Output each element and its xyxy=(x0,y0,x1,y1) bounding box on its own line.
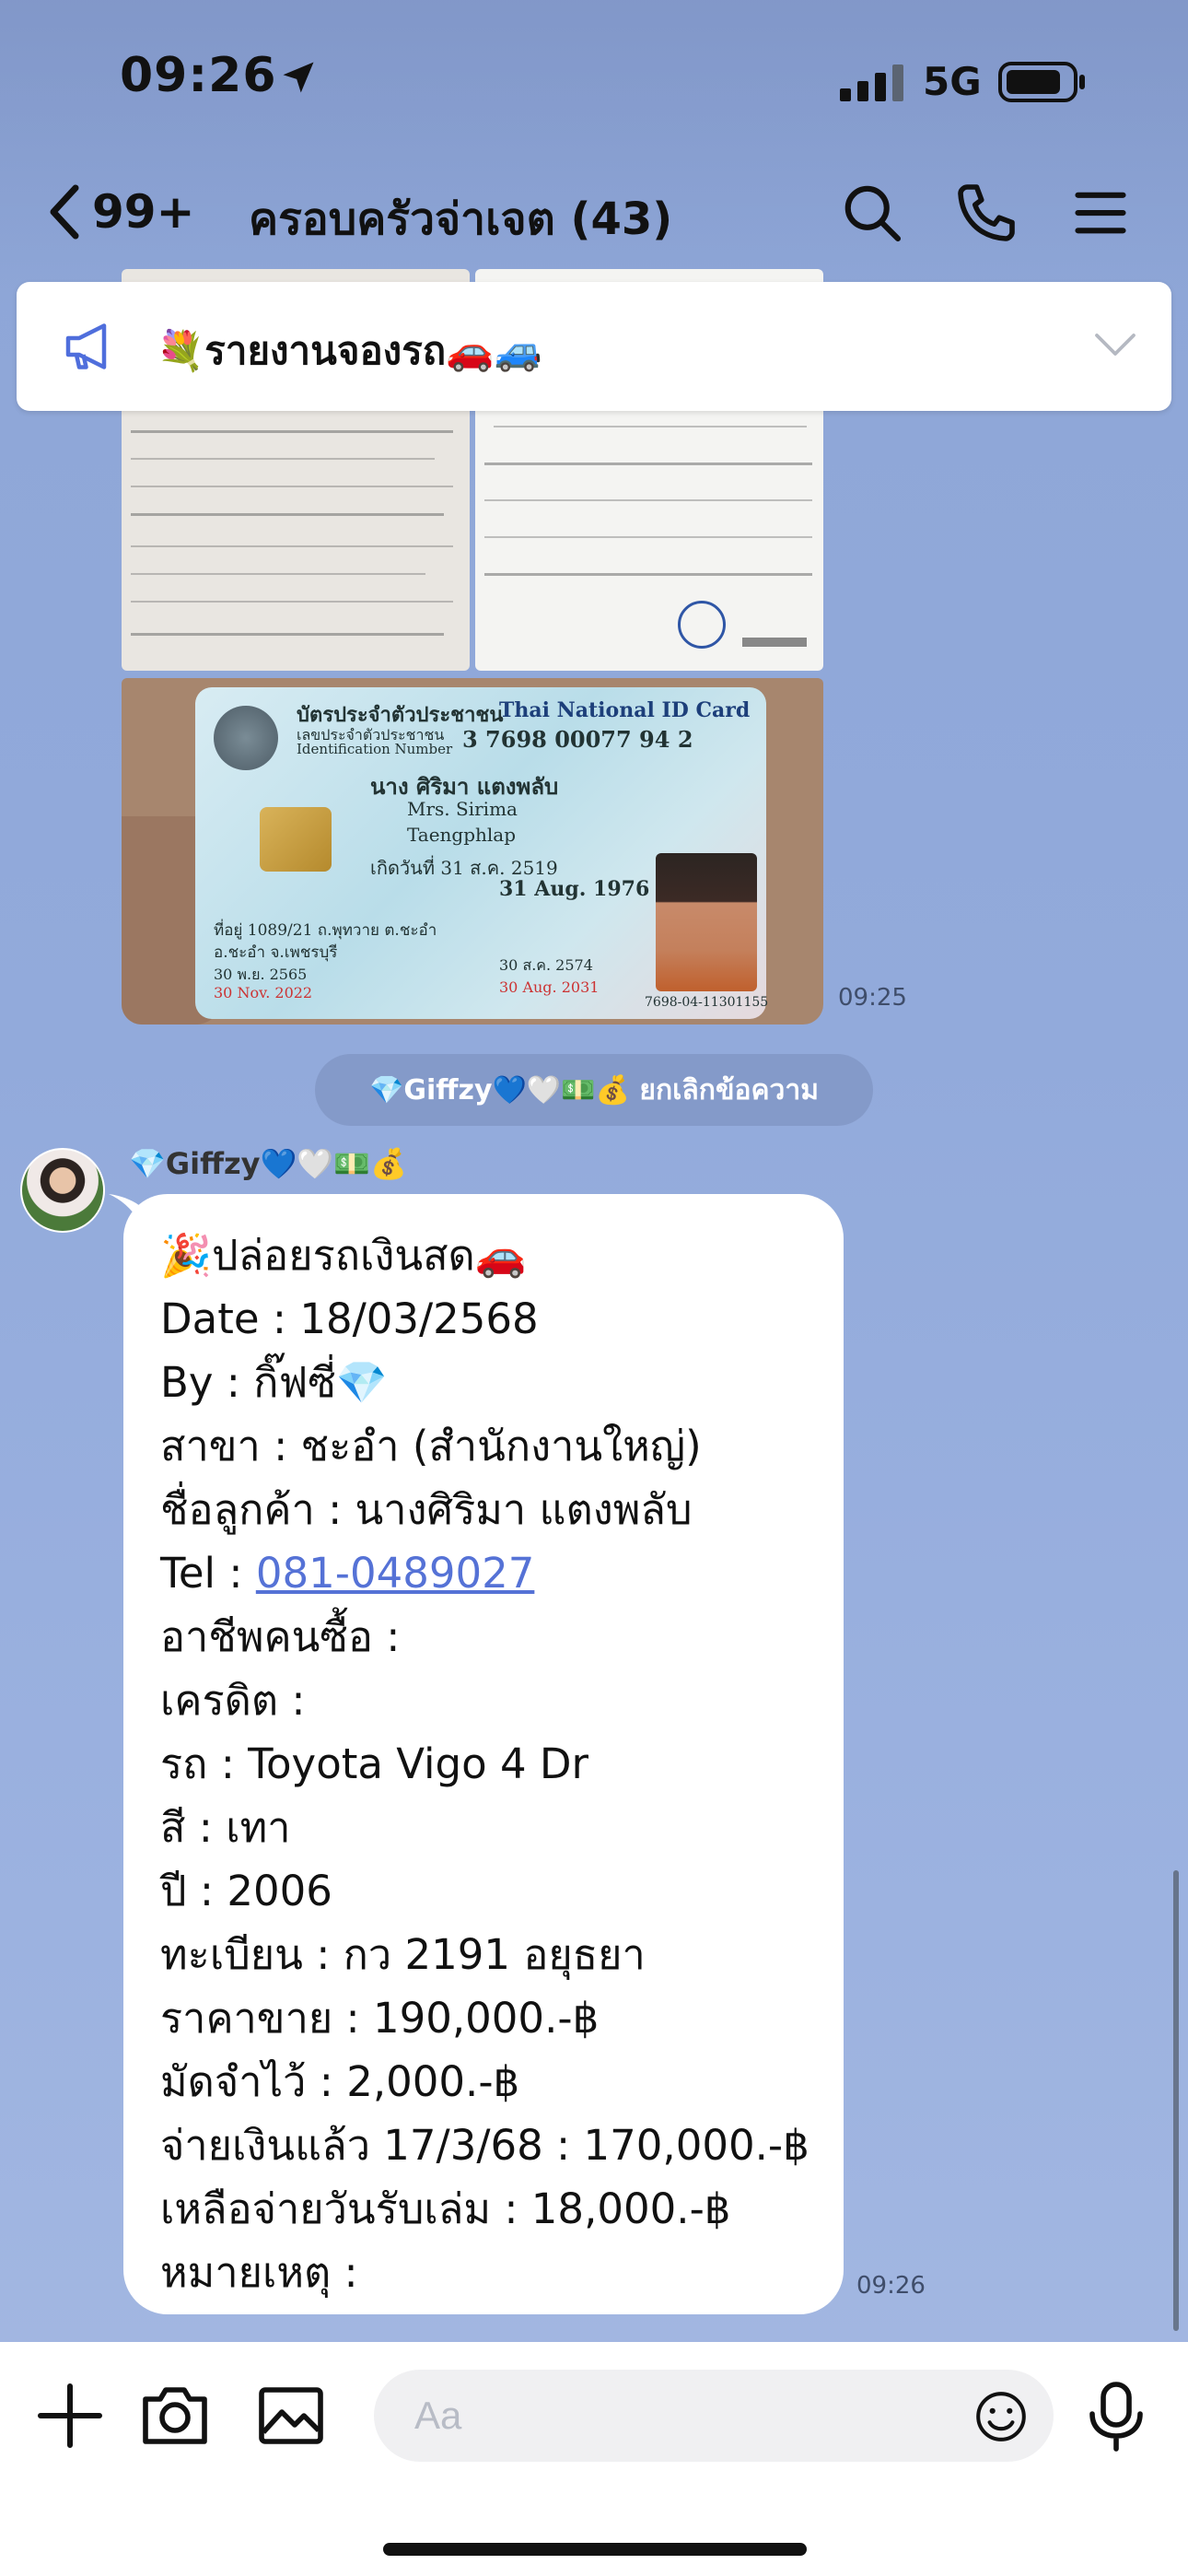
chat-header: 99+ ครอบครัวจ่าเจต (43) xyxy=(0,166,1188,258)
message-input[interactable] xyxy=(414,2390,930,2441)
unread-count: 99+ xyxy=(92,185,195,239)
message-line: ราคาขาย : 190,000.-฿ xyxy=(160,1994,600,2043)
message-line: ชื่อลูกค้า : นางศิริมา แตงพลับ xyxy=(160,1485,693,1534)
id-card-photo[interactable]: บัตรประจำตัวประชาชน Thai National ID Car… xyxy=(122,678,823,1025)
image-icon[interactable] xyxy=(254,2379,328,2453)
message-line: อาชีพคนซื้อ : xyxy=(160,1612,401,1661)
emoji-icon[interactable] xyxy=(973,2388,1030,2445)
message-text: 🎉ปล่อยรถเงินสด🚗 Date : 18/03/2568 By : ก… xyxy=(160,1224,809,2304)
tel-label: Tel : xyxy=(160,1549,256,1598)
chip-icon xyxy=(260,807,332,872)
phone-icon[interactable] xyxy=(954,181,1019,245)
message-line: หมายเหตุ : xyxy=(160,2248,358,2297)
garuda-emblem-icon xyxy=(214,706,278,770)
message-line: มัดจำไว้ : 2,000.-฿ xyxy=(160,2057,520,2106)
search-icon[interactable] xyxy=(840,181,904,245)
message-line: เหลือจ่ายวันรับเล่ม : 18,000.-฿ xyxy=(160,2184,731,2233)
phone-number-link[interactable]: 081-0489027 xyxy=(256,1549,535,1598)
message-line: สี : เทา xyxy=(160,1803,291,1852)
sender-name: 💎Giffzy💙🤍💵💰 xyxy=(129,1146,407,1181)
message-line: ปี : 2006 xyxy=(160,1867,332,1915)
signal-strength-icon xyxy=(840,64,903,101)
message-line-tel: Tel : 081-0489027 xyxy=(160,1541,809,1605)
message-line: ทะเบียน : กว 2191 อยุธยา xyxy=(160,1930,646,1979)
network-type: 5G xyxy=(923,59,982,104)
sender-avatar[interactable] xyxy=(20,1148,105,1233)
back-button[interactable]: 99+ xyxy=(46,182,221,241)
message-composer xyxy=(0,2342,1188,2576)
message-line: จ่ายเงินแล้ว 17/3/68 : 170,000.-฿ xyxy=(160,2121,809,2170)
home-indicator[interactable] xyxy=(383,2543,807,2556)
camera-icon[interactable] xyxy=(138,2379,212,2453)
announcement-text: 💐รายงานจองรถ🚗🚙 xyxy=(157,328,542,373)
message-input-field[interactable] xyxy=(374,2370,1054,2462)
plus-icon[interactable] xyxy=(33,2379,107,2453)
message-line: เครดิต : xyxy=(160,1676,306,1725)
message-line: สาขา : ชะอำ (สำนักงานใหญ่) xyxy=(160,1422,702,1470)
message-bubble[interactable]: 🎉ปล่อยรถเงินสด🚗 Date : 18/03/2568 By : ก… xyxy=(123,1194,844,2314)
megaphone-icon xyxy=(65,323,107,369)
id-portrait xyxy=(656,853,757,991)
chevron-down-icon[interactable] xyxy=(1092,326,1138,363)
id-card: บัตรประจำตัวประชาชน Thai National ID Car… xyxy=(195,687,768,1019)
status-time: 09:26 xyxy=(120,48,277,103)
message-line: 🎉ปล่อยรถเงินสด🚗 xyxy=(160,1231,527,1280)
photo-timestamp: 09:25 xyxy=(838,984,907,1012)
announcement-bar[interactable]: 💐รายงานจองรถ🚗🚙 xyxy=(17,282,1171,411)
location-arrow-icon xyxy=(283,62,314,93)
chat-title[interactable]: ครอบครัวจ่าเจต (43) xyxy=(249,184,672,254)
menu-icon[interactable] xyxy=(1068,181,1133,245)
unsent-message-notice: 💎Giffzy💙🤍💵💰 ยกเลิกข้อความ xyxy=(315,1054,873,1126)
chevron-left-icon xyxy=(50,184,79,240)
scrollbar[interactable] xyxy=(1173,1870,1179,2331)
microphone-icon[interactable] xyxy=(1079,2379,1153,2453)
message-line: Date : 18/03/2568 xyxy=(160,1294,539,1343)
battery-icon xyxy=(998,62,1085,102)
message-line: รถ : Toyota Vigo 4 Dr xyxy=(160,1739,589,1788)
status-bar: 09:26 5G xyxy=(0,0,1188,157)
message-timestamp: 09:26 xyxy=(856,2272,926,2300)
message-line: By : กิ๊ฟซี่💎 xyxy=(160,1358,388,1407)
